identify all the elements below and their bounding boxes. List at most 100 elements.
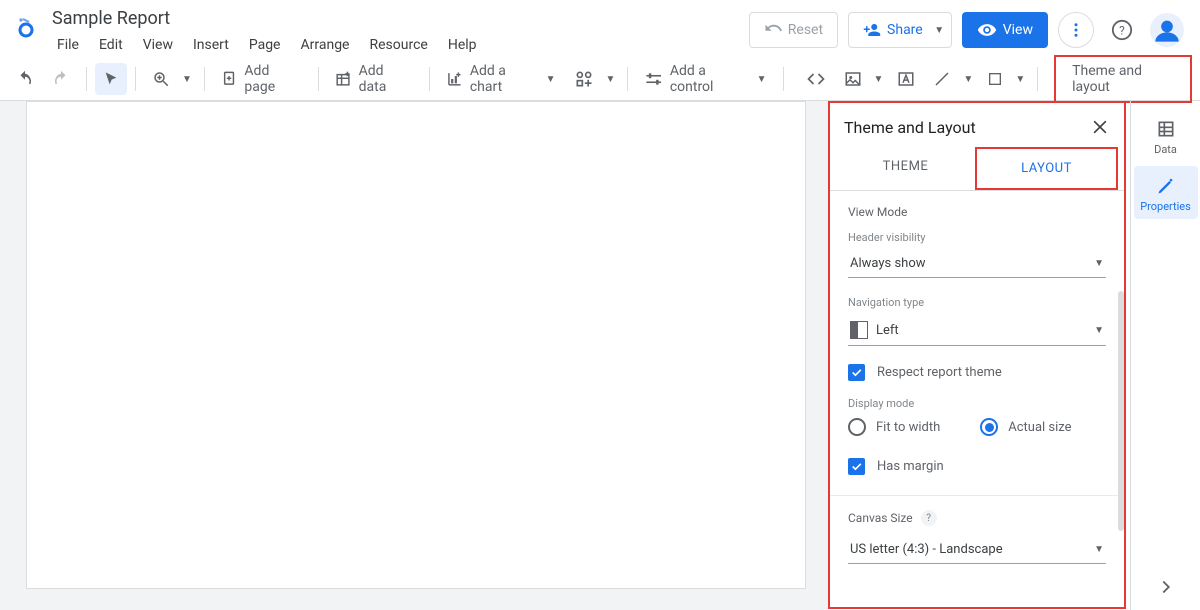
caret-down-icon: ▼ — [1094, 258, 1104, 269]
image-icon — [844, 70, 862, 88]
check-icon — [850, 366, 863, 379]
code-icon — [806, 69, 826, 89]
close-panel-button[interactable] — [1090, 117, 1110, 137]
line-icon — [933, 70, 951, 88]
fit-to-width-radio[interactable] — [848, 418, 866, 436]
display-mode-label: Display mode — [848, 397, 1106, 410]
select-tool[interactable] — [95, 63, 127, 95]
line-dropdown[interactable]: ▼ — [959, 63, 977, 95]
add-page-button[interactable]: Add page — [213, 63, 310, 95]
image-dropdown[interactable]: ▼ — [870, 63, 888, 95]
pencil-icon — [1156, 176, 1176, 196]
zoom-dropdown[interactable]: ▼ — [178, 63, 196, 95]
theme-layout-panel: Theme and Layout THEME LAYOUT View Mode … — [828, 101, 1126, 609]
chevron-right-icon — [1155, 576, 1177, 598]
header-visibility-select[interactable]: Always show ▼ — [848, 250, 1106, 278]
expand-sidebar-button[interactable] — [1155, 576, 1177, 598]
divider — [830, 495, 1124, 496]
account-avatar[interactable] — [1150, 13, 1184, 47]
menu-resource[interactable]: Resource — [360, 33, 436, 57]
sidebar-item-properties[interactable]: Properties — [1134, 166, 1198, 219]
check-icon — [850, 460, 863, 473]
report-canvas[interactable] — [26, 101, 806, 589]
redo-icon — [52, 70, 70, 88]
shape-dropdown[interactable]: ▼ — [1011, 63, 1029, 95]
more-vert-icon — [1067, 21, 1085, 39]
data-add-icon — [335, 70, 353, 88]
community-icon — [574, 69, 594, 89]
menu-insert[interactable]: Insert — [184, 33, 238, 57]
navigation-type-label: Navigation type — [848, 296, 1106, 309]
menu-page[interactable]: Page — [240, 33, 290, 57]
zoom-button[interactable] — [144, 63, 178, 95]
share-dropdown-button[interactable]: ▼ — [928, 12, 952, 48]
cursor-icon — [103, 71, 119, 87]
help-button[interactable]: ? — [1104, 12, 1140, 48]
menu-edit[interactable]: Edit — [90, 33, 132, 57]
document-title[interactable]: Sample Report — [48, 6, 486, 31]
menu-help[interactable]: Help — [439, 33, 486, 57]
canvas-size-value: US letter (4:3) - Landscape — [850, 542, 1003, 557]
community-viz-button[interactable] — [566, 63, 602, 95]
tab-theme[interactable]: THEME — [836, 147, 975, 190]
menu-arrange[interactable]: Arrange — [292, 33, 359, 57]
redo-button[interactable] — [44, 63, 78, 95]
text-icon — [897, 70, 915, 88]
menu-file[interactable]: File — [48, 33, 88, 57]
caret-down-icon: ▼ — [874, 74, 884, 85]
control-icon — [644, 69, 663, 89]
undo-button[interactable] — [8, 63, 42, 95]
actual-size-radio[interactable] — [980, 418, 998, 436]
add-data-button[interactable]: Add data — [327, 63, 421, 95]
add-chart-button[interactable]: Add a chart ▼ — [438, 63, 563, 95]
theme-and-layout-button[interactable]: Theme and layout — [1054, 55, 1192, 103]
svg-text:?: ? — [1119, 24, 1125, 38]
canvas-size-help[interactable]: ? — [921, 510, 937, 526]
more-options-button[interactable] — [1058, 12, 1094, 48]
close-icon — [1090, 117, 1110, 137]
eye-icon — [977, 20, 997, 40]
has-margin-label: Has margin — [877, 459, 944, 474]
undo-arrow-icon — [764, 21, 782, 39]
embed-button[interactable] — [798, 63, 834, 95]
view-button[interactable]: View — [962, 12, 1048, 48]
caret-down-icon: ▼ — [1094, 325, 1104, 336]
data-icon — [1156, 119, 1176, 139]
image-button[interactable] — [836, 63, 870, 95]
nav-left-icon — [850, 321, 868, 339]
has-margin-checkbox[interactable] — [848, 458, 865, 475]
text-button[interactable] — [889, 63, 923, 95]
shape-button[interactable] — [979, 63, 1011, 95]
app-logo — [8, 10, 44, 46]
navigation-type-value: Left — [876, 323, 899, 338]
caret-down-icon: ▼ — [1015, 74, 1025, 85]
page-add-icon — [221, 70, 239, 88]
caret-down-icon: ▼ — [1094, 544, 1104, 555]
reset-button[interactable]: Reset — [749, 12, 838, 48]
shape-icon — [987, 71, 1003, 87]
respect-theme-checkbox[interactable] — [848, 364, 865, 381]
zoom-icon — [152, 70, 170, 88]
line-button[interactable] — [925, 63, 959, 95]
respect-theme-label: Respect report theme — [877, 365, 1002, 380]
header-visibility-label: Header visibility — [848, 231, 1106, 244]
sidebar-item-data[interactable]: Data — [1134, 109, 1198, 162]
share-button[interactable]: Share — [848, 12, 938, 48]
add-control-button[interactable]: Add a control ▼ — [636, 63, 774, 95]
fit-to-width-label: Fit to width — [876, 420, 940, 435]
user-icon — [1153, 16, 1181, 44]
community-viz-dropdown[interactable]: ▼ — [602, 63, 620, 95]
header-visibility-value: Always show — [850, 256, 926, 271]
scrollbar[interactable] — [1118, 291, 1124, 531]
view-mode-label: View Mode — [848, 205, 1106, 219]
canvas-area[interactable] — [0, 101, 828, 610]
caret-down-icon: ▼ — [606, 74, 616, 85]
chart-icon — [446, 70, 463, 88]
menu-view[interactable]: View — [134, 33, 182, 57]
tab-layout[interactable]: LAYOUT — [975, 147, 1118, 190]
canvas-size-select[interactable]: US letter (4:3) - Landscape ▼ — [848, 536, 1106, 564]
canvas-size-label: Canvas Size — [848, 511, 913, 525]
right-sidebar: Data Properties — [1130, 101, 1200, 610]
navigation-type-select[interactable]: Left ▼ — [848, 315, 1106, 346]
help-icon: ? — [1111, 19, 1133, 41]
